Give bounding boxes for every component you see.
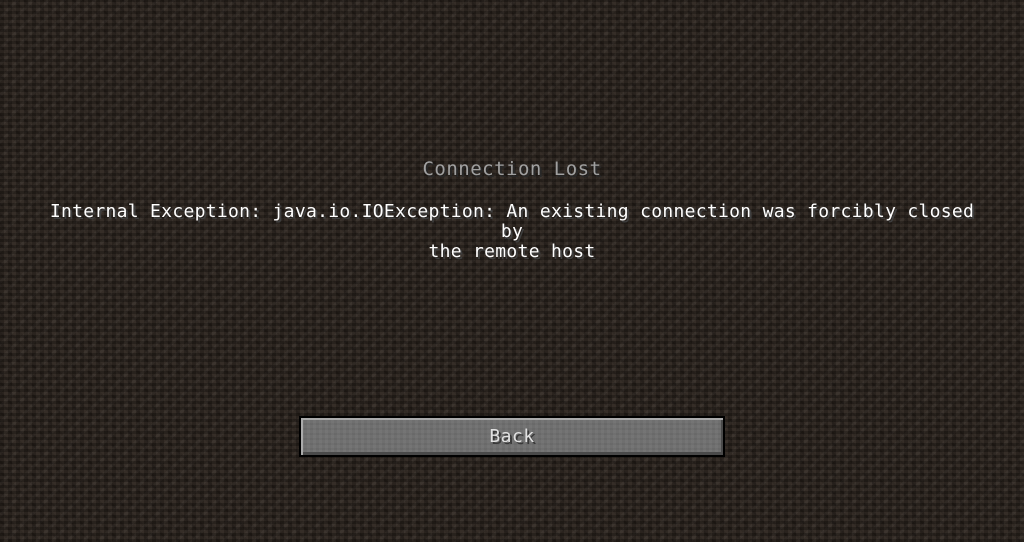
error-message: Internal Exception: java.io.IOException:…: [40, 202, 984, 262]
back-button[interactable]: Back: [299, 416, 725, 457]
back-button-label: Back: [489, 426, 535, 447]
error-message-line-1: Internal Exception: java.io.IOException:…: [49, 201, 975, 242]
error-message-line-2: the remote host: [428, 241, 596, 262]
screen-title: Connection Lost: [422, 158, 602, 180]
disconnected-screen: Connection Lost Internal Exception: java…: [0, 0, 1024, 542]
